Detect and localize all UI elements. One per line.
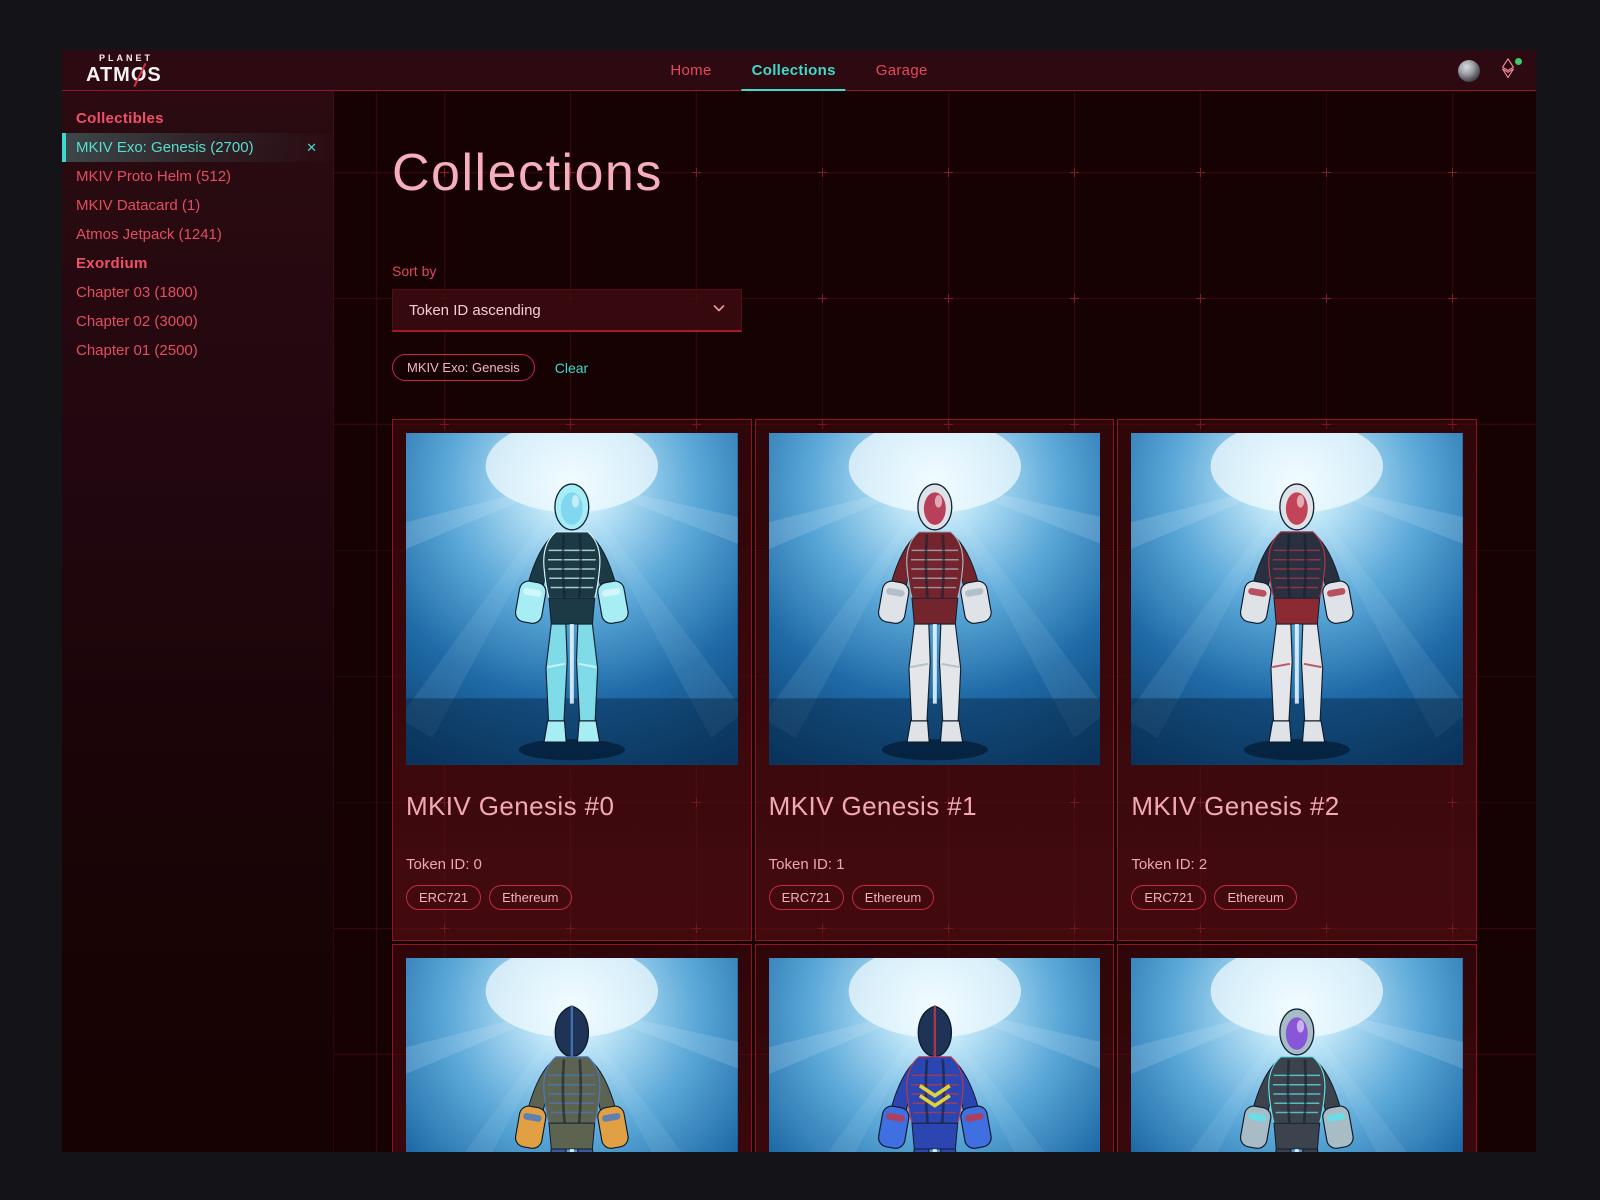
sidebar-item[interactable]: MKIV Proto Helm (512): [62, 162, 333, 191]
nft-image: [768, 433, 1101, 765]
nft-card[interactable]: MKIV Genesis #1 Token ID: 1 ERC721 Ethereum: [754, 419, 1115, 941]
sidebar-item-label: MKIV Exo: Genesis (2700): [76, 139, 254, 156]
sort-select[interactable]: Token ID ascending: [392, 289, 742, 333]
nav-item-garage[interactable]: Garage: [876, 50, 928, 91]
nav-item-home[interactable]: Home: [670, 50, 711, 91]
top-bar: PLANET ATMOS Home Collections Garage: [62, 50, 1536, 91]
nft-card[interactable]: MKIV Genesis #0 Token ID: 0 ERC721 Ethereum: [392, 419, 752, 941]
sort-select-value: Token ID ascending: [409, 301, 541, 319]
sidebar-item-label: Atmos Jetpack (1241): [76, 226, 222, 243]
connection-status-dot: [1515, 57, 1522, 65]
sidebar-item-label: Chapter 03 (1800): [76, 284, 198, 301]
badge-ethereum: Ethereum: [851, 884, 935, 910]
sidebar-item[interactable]: Atmos Jetpack (1241): [62, 220, 333, 249]
badge-row: ERC721 Ethereum: [406, 884, 738, 910]
nft-card[interactable]: [1117, 943, 1477, 1152]
main-nav: Home Collections Garage: [670, 50, 927, 91]
filter-chip[interactable]: MKIV Exo: Genesis: [392, 354, 535, 382]
close-icon[interactable]: ✕: [304, 133, 319, 162]
nft-card[interactable]: [392, 943, 752, 1152]
logo-name-text: ATMOS: [86, 64, 162, 86]
sort-by-label: Sort by: [392, 263, 437, 280]
sidebar-heading: Exordium: [76, 255, 148, 272]
nft-image: [406, 957, 738, 1152]
avatar[interactable]: [1458, 59, 1480, 82]
sidebar-item-label: Chapter 01 (2500): [76, 342, 198, 359]
sidebar-item[interactable]: MKIV Exo: Genesis (2700) ✕: [62, 133, 333, 162]
wallet-button[interactable]: [1496, 57, 1522, 84]
token-id-label: Token ID: 0: [406, 855, 482, 873]
sidebar-item-label: Chapter 02 (3000): [76, 313, 198, 330]
nft-title: MKIV Genesis #1: [768, 790, 977, 821]
nft-title: MKIV Genesis #2: [1131, 790, 1340, 821]
sidebar-item[interactable]: Chapter 01 (2500): [62, 336, 333, 365]
sidebar-item-label: MKIV Datacard (1): [76, 197, 201, 214]
nft-card[interactable]: [754, 943, 1115, 1152]
main-area: Collections Sort by Token ID ascending M…: [334, 91, 1536, 1152]
nft-card[interactable]: MKIV Genesis #2 Token ID: 2 ERC721 Ethereum: [1117, 419, 1477, 941]
nft-image: [768, 957, 1101, 1152]
logo-top-text: PLANET: [99, 53, 153, 63]
nft-image: [1131, 957, 1463, 1152]
active-filters: MKIV Exo: Genesis Clear: [392, 354, 1536, 382]
badge-ethereum: Ethereum: [1214, 884, 1297, 910]
sidebar: Collectibles MKIV Exo: Genesis (2700) ✕ MKI…: [62, 91, 334, 1152]
clear-filters-link[interactable]: Clear: [555, 360, 588, 376]
badge-erc721: ERC721: [406, 884, 482, 910]
badge-erc721: ERC721: [1131, 884, 1207, 910]
sidebar-item[interactable]: MKIV Datacard (1): [62, 191, 333, 220]
badge-row: ERC721 Ethereum: [1131, 884, 1463, 910]
badge-ethereum: Ethereum: [489, 884, 572, 910]
chevron-down-icon: [711, 300, 727, 320]
badge-row: ERC721 Ethereum: [768, 884, 1101, 910]
nft-title: MKIV Genesis #0: [406, 790, 615, 821]
token-id-label: Token ID: 2: [1131, 855, 1208, 873]
nav-item-collections[interactable]: Collections: [741, 50, 846, 91]
app-window: Collections Sort by Token ID ascending M…: [62, 50, 1536, 1152]
sidebar-heading: Collectibles: [76, 110, 164, 127]
nft-image: [406, 433, 738, 765]
token-id-label: Token ID: 1: [768, 855, 845, 873]
header-icons: [1458, 50, 1522, 91]
page-title: Collections: [392, 144, 663, 202]
nft-image: [1131, 433, 1463, 765]
planet-atmos-logo[interactable]: PLANET ATMOS: [86, 53, 162, 86]
main-content: Collections Sort by Token ID ascending M…: [334, 145, 1536, 1152]
card-grid: MKIV Genesis #0 Token ID: 0 ERC721 Ethereum: [392, 419, 1477, 1152]
sidebar-item-label: MKIV Proto Helm (512): [76, 168, 232, 185]
sidebar-item[interactable]: Chapter 02 (3000): [62, 307, 333, 336]
badge-erc721: ERC721: [768, 884, 844, 910]
sidebar-item[interactable]: Chapter 03 (1800): [62, 278, 333, 307]
